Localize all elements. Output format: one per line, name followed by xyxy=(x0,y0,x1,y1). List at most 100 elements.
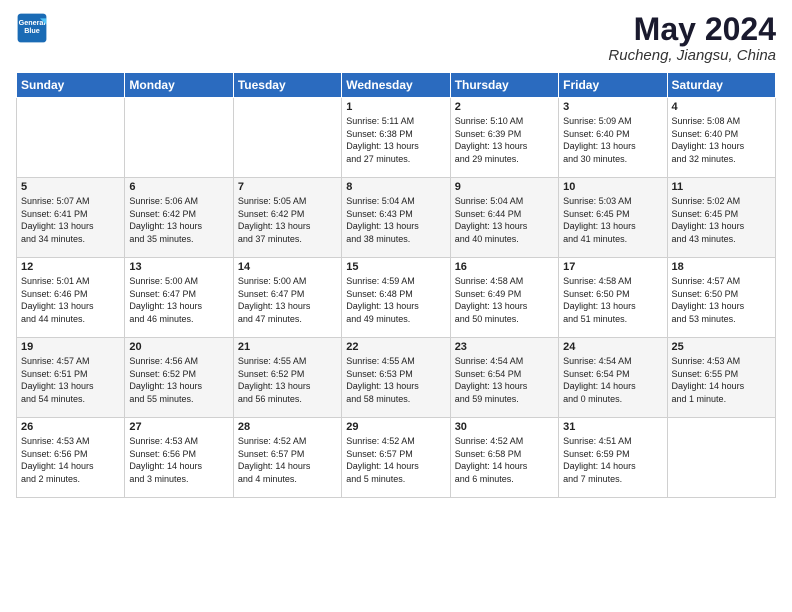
calendar-cell: 3 Sunrise: 5:09 AM Sunset: 6:40 PM Daylig… xyxy=(559,98,667,178)
day-number: 14 xyxy=(238,261,337,273)
day-info: Sunrise: 5:10 AM Sunset: 6:39 PM Dayligh… xyxy=(455,115,554,165)
day-number: 6 xyxy=(129,181,228,193)
calendar-cell: 2 Sunrise: 5:10 AM Sunset: 6:39 PM Daylig… xyxy=(450,98,558,178)
calendar-week-row: 12 Sunrise: 5:01 AM Sunset: 6:46 PM Dayli… xyxy=(17,258,776,338)
day-number: 10 xyxy=(563,181,662,193)
weekday-header-cell: Tuesday xyxy=(233,73,341,98)
day-info: Sunrise: 4:52 AM Sunset: 6:57 PM Dayligh… xyxy=(346,435,445,485)
day-info: Sunrise: 5:05 AM Sunset: 6:42 PM Dayligh… xyxy=(238,195,337,245)
calendar-cell: 13Sunrise: 5:00 AM Sunset: 6:47 PM Dayli… xyxy=(125,258,233,338)
calendar-cell: 22 Sunrise: 4:55 AM Sunset: 6:53 PM Dayli… xyxy=(342,338,450,418)
svg-text:Blue: Blue xyxy=(24,26,40,35)
day-number: 17 xyxy=(563,261,662,273)
day-info: Sunrise: 4:55 AM Sunset: 6:53 PM Dayligh… xyxy=(346,355,445,405)
title-block: May 2024 Rucheng, Jiangsu, China xyxy=(608,12,776,64)
day-info: Sunrise: 4:54 AM Sunset: 6:54 PM Dayligh… xyxy=(563,355,662,405)
day-number: 12 xyxy=(21,261,120,273)
day-number: 8 xyxy=(346,181,445,193)
weekday-header-row: SundayMondayTuesdayWednesdayThursdayFrid… xyxy=(17,73,776,98)
day-number: 29 xyxy=(346,421,445,433)
day-number: 22 xyxy=(346,341,445,353)
day-number: 26 xyxy=(21,421,120,433)
day-number: 27 xyxy=(129,421,228,433)
day-number: 1 xyxy=(346,101,445,113)
calendar-cell: 21 Sunrise: 4:55 AM Sunset: 6:52 PM Dayli… xyxy=(233,338,341,418)
calendar-cell xyxy=(17,98,125,178)
day-number: 24 xyxy=(563,341,662,353)
calendar-cell xyxy=(233,98,341,178)
day-number: 4 xyxy=(672,101,771,113)
day-info: Sunrise: 4:57 AM Sunset: 6:50 PM Dayligh… xyxy=(672,275,771,325)
calendar-cell: 29 Sunrise: 4:52 AM Sunset: 6:57 PM Dayli… xyxy=(342,418,450,498)
calendar-cell: 20Sunrise: 4:56 AM Sunset: 6:52 PM Dayli… xyxy=(125,338,233,418)
month-title: May 2024 xyxy=(608,12,776,47)
day-number: 11 xyxy=(672,181,771,193)
day-info: Sunrise: 5:09 AM Sunset: 6:40 PM Dayligh… xyxy=(563,115,662,165)
day-number: 9 xyxy=(455,181,554,193)
day-number: 3 xyxy=(563,101,662,113)
calendar-cell xyxy=(667,418,775,498)
calendar-cell: 1 Sunrise: 5:11 AM Sunset: 6:38 PM Daylig… xyxy=(342,98,450,178)
weekday-header-cell: Thursday xyxy=(450,73,558,98)
calendar-cell: 10 Sunrise: 5:03 AM Sunset: 6:45 PM Dayli… xyxy=(559,178,667,258)
calendar-cell: 24 Sunrise: 4:54 AM Sunset: 6:54 PM Dayli… xyxy=(559,338,667,418)
calendar-week-row: 19 Sunrise: 4:57 AM Sunset: 6:51 PM Dayli… xyxy=(17,338,776,418)
calendar-cell: 17 Sunrise: 4:58 AM Sunset: 6:50 PM Dayli… xyxy=(559,258,667,338)
day-info: Sunrise: 5:07 AM Sunset: 6:41 PM Dayligh… xyxy=(21,195,120,245)
calendar-cell: 16Sunrise: 4:58 AM Sunset: 6:49 PM Dayli… xyxy=(450,258,558,338)
day-number: 21 xyxy=(238,341,337,353)
day-info: Sunrise: 4:56 AM Sunset: 6:52 PM Dayligh… xyxy=(129,355,228,405)
calendar-cell: 19 Sunrise: 4:57 AM Sunset: 6:51 PM Dayli… xyxy=(17,338,125,418)
weekday-header-cell: Monday xyxy=(125,73,233,98)
calendar-table: SundayMondayTuesdayWednesdayThursdayFrid… xyxy=(16,72,776,498)
day-info: Sunrise: 5:03 AM Sunset: 6:45 PM Dayligh… xyxy=(563,195,662,245)
location: Rucheng, Jiangsu, China xyxy=(608,47,776,64)
day-info: Sunrise: 4:57 AM Sunset: 6:51 PM Dayligh… xyxy=(21,355,120,405)
day-info: Sunrise: 5:02 AM Sunset: 6:45 PM Dayligh… xyxy=(672,195,771,245)
day-info: Sunrise: 4:54 AM Sunset: 6:54 PM Dayligh… xyxy=(455,355,554,405)
day-info: Sunrise: 5:08 AM Sunset: 6:40 PM Dayligh… xyxy=(672,115,771,165)
day-info: Sunrise: 4:52 AM Sunset: 6:58 PM Dayligh… xyxy=(455,435,554,485)
day-number: 18 xyxy=(672,261,771,273)
weekday-header-cell: Wednesday xyxy=(342,73,450,98)
day-info: Sunrise: 4:53 AM Sunset: 6:55 PM Dayligh… xyxy=(672,355,771,405)
header: General Blue May 2024 Rucheng, Jiangsu, … xyxy=(16,12,776,64)
day-info: Sunrise: 5:04 AM Sunset: 6:43 PM Dayligh… xyxy=(346,195,445,245)
day-info: Sunrise: 5:11 AM Sunset: 6:38 PM Dayligh… xyxy=(346,115,445,165)
day-info: Sunrise: 4:51 AM Sunset: 6:59 PM Dayligh… xyxy=(563,435,662,485)
day-info: Sunrise: 4:55 AM Sunset: 6:52 PM Dayligh… xyxy=(238,355,337,405)
day-number: 19 xyxy=(21,341,120,353)
calendar-cell: 31 Sunrise: 4:51 AM Sunset: 6:59 PM Dayli… xyxy=(559,418,667,498)
day-info: Sunrise: 4:59 AM Sunset: 6:48 PM Dayligh… xyxy=(346,275,445,325)
day-number: 31 xyxy=(563,421,662,433)
calendar-cell: 9Sunrise: 5:04 AM Sunset: 6:44 PM Daylig… xyxy=(450,178,558,258)
day-number: 30 xyxy=(455,421,554,433)
calendar-cell: 23 Sunrise: 4:54 AM Sunset: 6:54 PM Dayli… xyxy=(450,338,558,418)
calendar-cell: 25Sunrise: 4:53 AM Sunset: 6:55 PM Dayli… xyxy=(667,338,775,418)
day-number: 7 xyxy=(238,181,337,193)
calendar-cell: 28 Sunrise: 4:52 AM Sunset: 6:57 PM Dayli… xyxy=(233,418,341,498)
calendar-week-row: 26 Sunrise: 4:53 AM Sunset: 6:56 PM Dayli… xyxy=(17,418,776,498)
day-info: Sunrise: 4:58 AM Sunset: 6:50 PM Dayligh… xyxy=(563,275,662,325)
day-info: Sunrise: 4:53 AM Sunset: 6:56 PM Dayligh… xyxy=(21,435,120,485)
weekday-header-cell: Saturday xyxy=(667,73,775,98)
day-info: Sunrise: 4:53 AM Sunset: 6:56 PM Dayligh… xyxy=(129,435,228,485)
calendar-cell: 30 Sunrise: 4:52 AM Sunset: 6:58 PM Dayli… xyxy=(450,418,558,498)
day-info: Sunrise: 5:00 AM Sunset: 6:47 PM Dayligh… xyxy=(238,275,337,325)
day-number: 23 xyxy=(455,341,554,353)
weekday-header-cell: Sunday xyxy=(17,73,125,98)
day-number: 28 xyxy=(238,421,337,433)
day-number: 2 xyxy=(455,101,554,113)
logo-icon: General Blue xyxy=(16,12,48,44)
day-info: Sunrise: 5:01 AM Sunset: 6:46 PM Dayligh… xyxy=(21,275,120,325)
calendar-week-row: 1 Sunrise: 5:11 AM Sunset: 6:38 PM Daylig… xyxy=(17,98,776,178)
day-number: 15 xyxy=(346,261,445,273)
calendar-cell: 5 Sunrise: 5:07 AM Sunset: 6:41 PM Daylig… xyxy=(17,178,125,258)
calendar-cell xyxy=(125,98,233,178)
day-info: Sunrise: 4:52 AM Sunset: 6:57 PM Dayligh… xyxy=(238,435,337,485)
calendar-cell: 6Sunrise: 5:06 AM Sunset: 6:42 PM Daylig… xyxy=(125,178,233,258)
calendar-cell: 26 Sunrise: 4:53 AM Sunset: 6:56 PM Dayli… xyxy=(17,418,125,498)
day-number: 5 xyxy=(21,181,120,193)
day-info: Sunrise: 5:00 AM Sunset: 6:47 PM Dayligh… xyxy=(129,275,228,325)
day-number: 16 xyxy=(455,261,554,273)
